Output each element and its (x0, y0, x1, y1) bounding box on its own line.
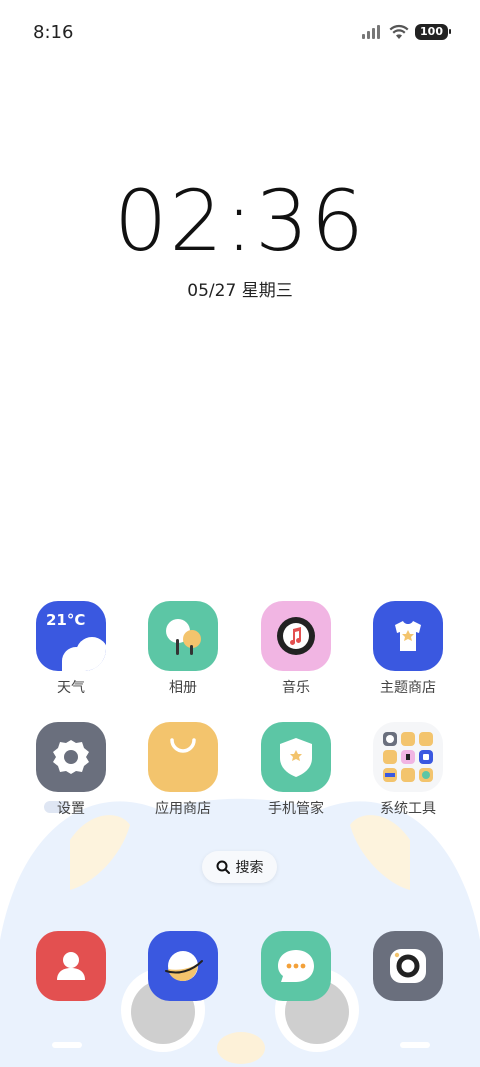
weather-icon: 21°C (36, 601, 106, 671)
app-folder-system-tools[interactable]: 系统工具 (353, 722, 463, 818)
app-label: 设置 (57, 801, 85, 817)
weather-temperature: 21°C (46, 611, 86, 629)
dock-messages[interactable] (241, 931, 351, 1001)
search-button[interactable]: 搜索 (202, 851, 277, 883)
app-phone-manager[interactable]: 手机管家 (241, 722, 351, 818)
app-label: 系统工具 (380, 801, 436, 817)
app-label: 应用商店 (155, 801, 211, 817)
theme-store-icon (373, 601, 443, 671)
app-label: 主题商店 (380, 680, 436, 696)
app-store-icon (148, 722, 218, 792)
dock-contacts[interactable] (16, 931, 126, 1001)
app-theme-store[interactable]: 主题商店 (353, 601, 463, 697)
music-icon (261, 601, 331, 671)
folder-icon (373, 722, 443, 792)
signal-icon (362, 25, 381, 39)
dock-camera[interactable] (353, 931, 463, 1001)
app-music[interactable]: 音乐 (241, 601, 351, 697)
wallpaper-mascot (0, 798, 480, 1067)
settings-icon (36, 722, 106, 792)
status-icons: 100 (361, 24, 451, 40)
contacts-icon (36, 931, 106, 1001)
app-settings[interactable]: 设置 (16, 722, 126, 818)
app-label: 音乐 (282, 680, 310, 696)
app-gallery[interactable]: 相册 (128, 601, 238, 697)
wifi-icon (389, 24, 409, 39)
dock-browser[interactable] (128, 931, 238, 1001)
clock-widget[interactable]: 02:36 (0, 172, 480, 270)
app-label: 天气 (57, 680, 85, 696)
status-time: 8:16 (33, 22, 74, 43)
search-label: 搜索 (235, 860, 264, 876)
phone-manager-icon (261, 722, 331, 792)
camera-icon (373, 931, 443, 1001)
battery-indicator: 100 (415, 24, 451, 40)
app-label: 手机管家 (268, 801, 324, 817)
date-label: 05/27 星期三 (187, 281, 293, 301)
gallery-icon (148, 601, 218, 671)
search-icon (216, 860, 230, 874)
app-weather[interactable]: 21°C 天气 (16, 601, 126, 697)
browser-icon (148, 931, 218, 1001)
app-app-store[interactable]: 应用商店 (128, 722, 238, 818)
messages-icon (261, 931, 331, 1001)
app-label: 相册 (169, 680, 197, 696)
